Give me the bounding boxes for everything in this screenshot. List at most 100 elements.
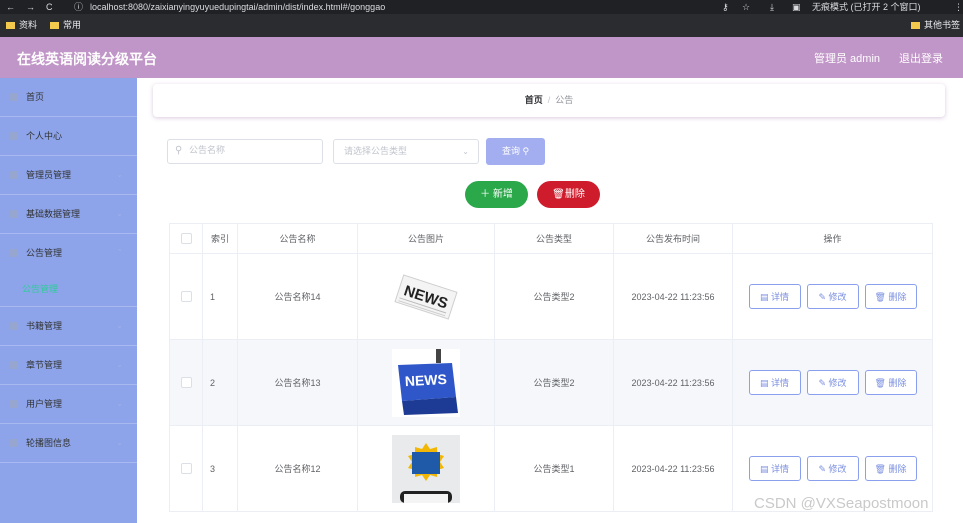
- edit-button[interactable]: ✎ 修改: [806, 370, 859, 395]
- delete-button[interactable]: 🗑 删除: [864, 284, 917, 309]
- breadcrumb-separator: /: [547, 95, 551, 105]
- chevron-up-icon: ⌃: [116, 248, 123, 257]
- sidebar: 首页 个人中心 管理员管理 ⌄ 基础数据管理 ⌄ 公告管理 ⌃ 公告管理 书籍管理 ⌄ …: [0, 78, 137, 523]
- sidebar-item-basic-data[interactable]: 基础数据管理 ⌄: [0, 195, 137, 234]
- sidebar-subitem-notice[interactable]: 公告管理: [0, 272, 137, 307]
- image-cell: NEWS: [357, 339, 495, 426]
- sidebar-item-notice[interactable]: 公告管理 ⌃: [0, 234, 137, 272]
- name-cell: 公告名称12: [237, 425, 358, 512]
- breadcrumb: 首页 / 公告: [153, 84, 945, 117]
- bookmark-folder[interactable]: 常用: [50, 14, 81, 37]
- select-all-cell: [169, 223, 203, 254]
- bookmark-folder[interactable]: 资料: [6, 14, 37, 37]
- trash-icon: 🗑: [874, 292, 886, 302]
- sidebar-item-profile[interactable]: 个人中心: [0, 117, 137, 156]
- sidebar-item-chapters[interactable]: 章节管理 ⌄: [0, 346, 137, 385]
- info-icon[interactable]: ⓘ: [74, 0, 83, 14]
- index-cell: 3: [202, 425, 238, 512]
- detail-button[interactable]: ▤ 详情: [748, 370, 801, 395]
- column-header: 公告名称: [237, 223, 358, 254]
- row-checkbox[interactable]: [180, 463, 192, 475]
- incognito-label[interactable]: 无痕模式 (已打开 2 个窗口): [812, 0, 921, 14]
- table-header-row: 索引 公告名称 公告图片 公告类型 公告发布时间 操作: [169, 223, 933, 254]
- logout-link[interactable]: 退出登录: [899, 50, 943, 66]
- index-cell: 1: [202, 253, 238, 340]
- other-bookmarks[interactable]: 其他书签: [911, 14, 960, 37]
- time-cell: 2023-04-22 11:23:56: [613, 253, 733, 340]
- back-icon[interactable]: ←: [6, 0, 15, 14]
- sidebar-item-carousel[interactable]: 轮播图信息 ⌄: [0, 424, 137, 463]
- app-header: 在线英语阅读分级平台 管理员 admin 退出登录: [0, 37, 963, 78]
- trash-icon: 🗑: [874, 378, 886, 388]
- notice-type-select[interactable]: 请选择公告类型 ⌄: [333, 139, 479, 164]
- key-icon[interactable]: ⚷: [722, 0, 729, 14]
- forward-icon[interactable]: →: [26, 0, 35, 14]
- sidebar-item-books[interactable]: 书籍管理 ⌄: [0, 307, 137, 346]
- folder-icon: [911, 22, 920, 29]
- chevron-down-icon: ⌄: [116, 209, 123, 218]
- chevron-down-icon: ⌄: [116, 360, 123, 369]
- chevron-down-icon: ⌄: [116, 170, 123, 179]
- delete-button[interactable]: 🗑 删除: [864, 456, 917, 481]
- news-key-image[interactable]: NEWS: [392, 348, 460, 417]
- sidepanel-icon[interactable]: ▣: [792, 0, 801, 14]
- book-icon: [10, 322, 18, 330]
- chevron-down-icon: ⌄: [116, 321, 123, 330]
- address-bar[interactable]: localhost:8080/zaixianyingyuyuedupingtai…: [90, 0, 385, 14]
- chevron-down-icon: ⌄: [116, 399, 123, 408]
- notice-name-search[interactable]: ⚲: [167, 139, 323, 164]
- browser-toolbar: ← → C ⓘ localhost:8080/zaixianyingyuyued…: [0, 0, 963, 14]
- sidebar-item-users[interactable]: 用户管理 ⌄: [0, 385, 137, 424]
- sidebar-item-admin[interactable]: 管理员管理 ⌄: [0, 156, 137, 195]
- data-icon: [10, 210, 18, 218]
- chapter-icon: [10, 361, 18, 369]
- chevron-down-icon: ⌄: [116, 438, 123, 447]
- watermark: CSDN @VXSeapostmoon: [754, 495, 929, 512]
- row-checkbox[interactable]: [180, 377, 192, 389]
- pencil-icon: ✎: [818, 464, 826, 474]
- time-cell: 2023-04-22 11:23:56: [613, 339, 733, 426]
- type-cell: 公告类型2: [494, 339, 614, 426]
- star-icon[interactable]: ☆: [742, 0, 750, 14]
- search-icon: ⚲: [175, 145, 183, 156]
- index-cell: 2: [202, 339, 238, 426]
- type-cell: 公告类型1: [494, 425, 614, 512]
- notice-name-input[interactable]: [187, 144, 321, 156]
- breadcrumb-home[interactable]: 首页: [525, 95, 543, 105]
- column-header: 索引: [202, 223, 238, 254]
- add-button[interactable]: ＋ 新增: [465, 181, 528, 208]
- main-content: 首页 / 公告 ⚲ 请选择公告类型 ⌄ 查询 ⚲ ＋ 新增 🗑删除 索引 公告名称 …: [137, 78, 963, 523]
- menu-icon[interactable]: ⋮: [954, 0, 963, 14]
- breaking-news-image[interactable]: [392, 434, 460, 503]
- news-paper-image[interactable]: NEWS: [392, 262, 460, 331]
- image-cell: [357, 425, 495, 512]
- row-select-cell: [169, 339, 203, 426]
- download-icon[interactable]: ⤓: [770, 0, 774, 14]
- sidebar-item-home[interactable]: 首页: [0, 78, 137, 117]
- reload-icon[interactable]: C: [46, 0, 53, 14]
- query-button[interactable]: 查询 ⚲: [486, 138, 545, 165]
- folder-icon: [50, 22, 59, 29]
- detail-button[interactable]: ▤ 详情: [748, 284, 801, 309]
- svg-text:NEWS: NEWS: [404, 370, 447, 388]
- document-icon: ▤: [759, 292, 769, 302]
- actions-cell: ▤ 详情 ✎ 修改 🗑 删除: [732, 339, 933, 426]
- search-icon: ⚲: [522, 146, 530, 156]
- trash-icon: 🗑: [874, 464, 886, 474]
- column-header: 公告发布时间: [613, 223, 733, 254]
- bulk-delete-button[interactable]: 🗑删除: [537, 181, 600, 208]
- pencil-icon: ✎: [818, 292, 826, 302]
- table-row: 1 公告名称14 NEWS 公告类型2 2023-04-22 11:23:56 …: [169, 253, 933, 340]
- edit-button[interactable]: ✎ 修改: [806, 456, 859, 481]
- column-header: 操作: [732, 223, 933, 254]
- time-cell: 2023-04-22 11:23:56: [613, 425, 733, 512]
- detail-button[interactable]: ▤ 详情: [748, 456, 801, 481]
- users-icon: [10, 400, 18, 408]
- row-select-cell: [169, 253, 203, 340]
- home-icon: [10, 93, 18, 101]
- edit-button[interactable]: ✎ 修改: [806, 284, 859, 309]
- delete-button[interactable]: 🗑 删除: [864, 370, 917, 395]
- column-header: 公告图片: [357, 223, 495, 254]
- select-all-checkbox[interactable]: [180, 233, 192, 245]
- row-checkbox[interactable]: [180, 291, 192, 303]
